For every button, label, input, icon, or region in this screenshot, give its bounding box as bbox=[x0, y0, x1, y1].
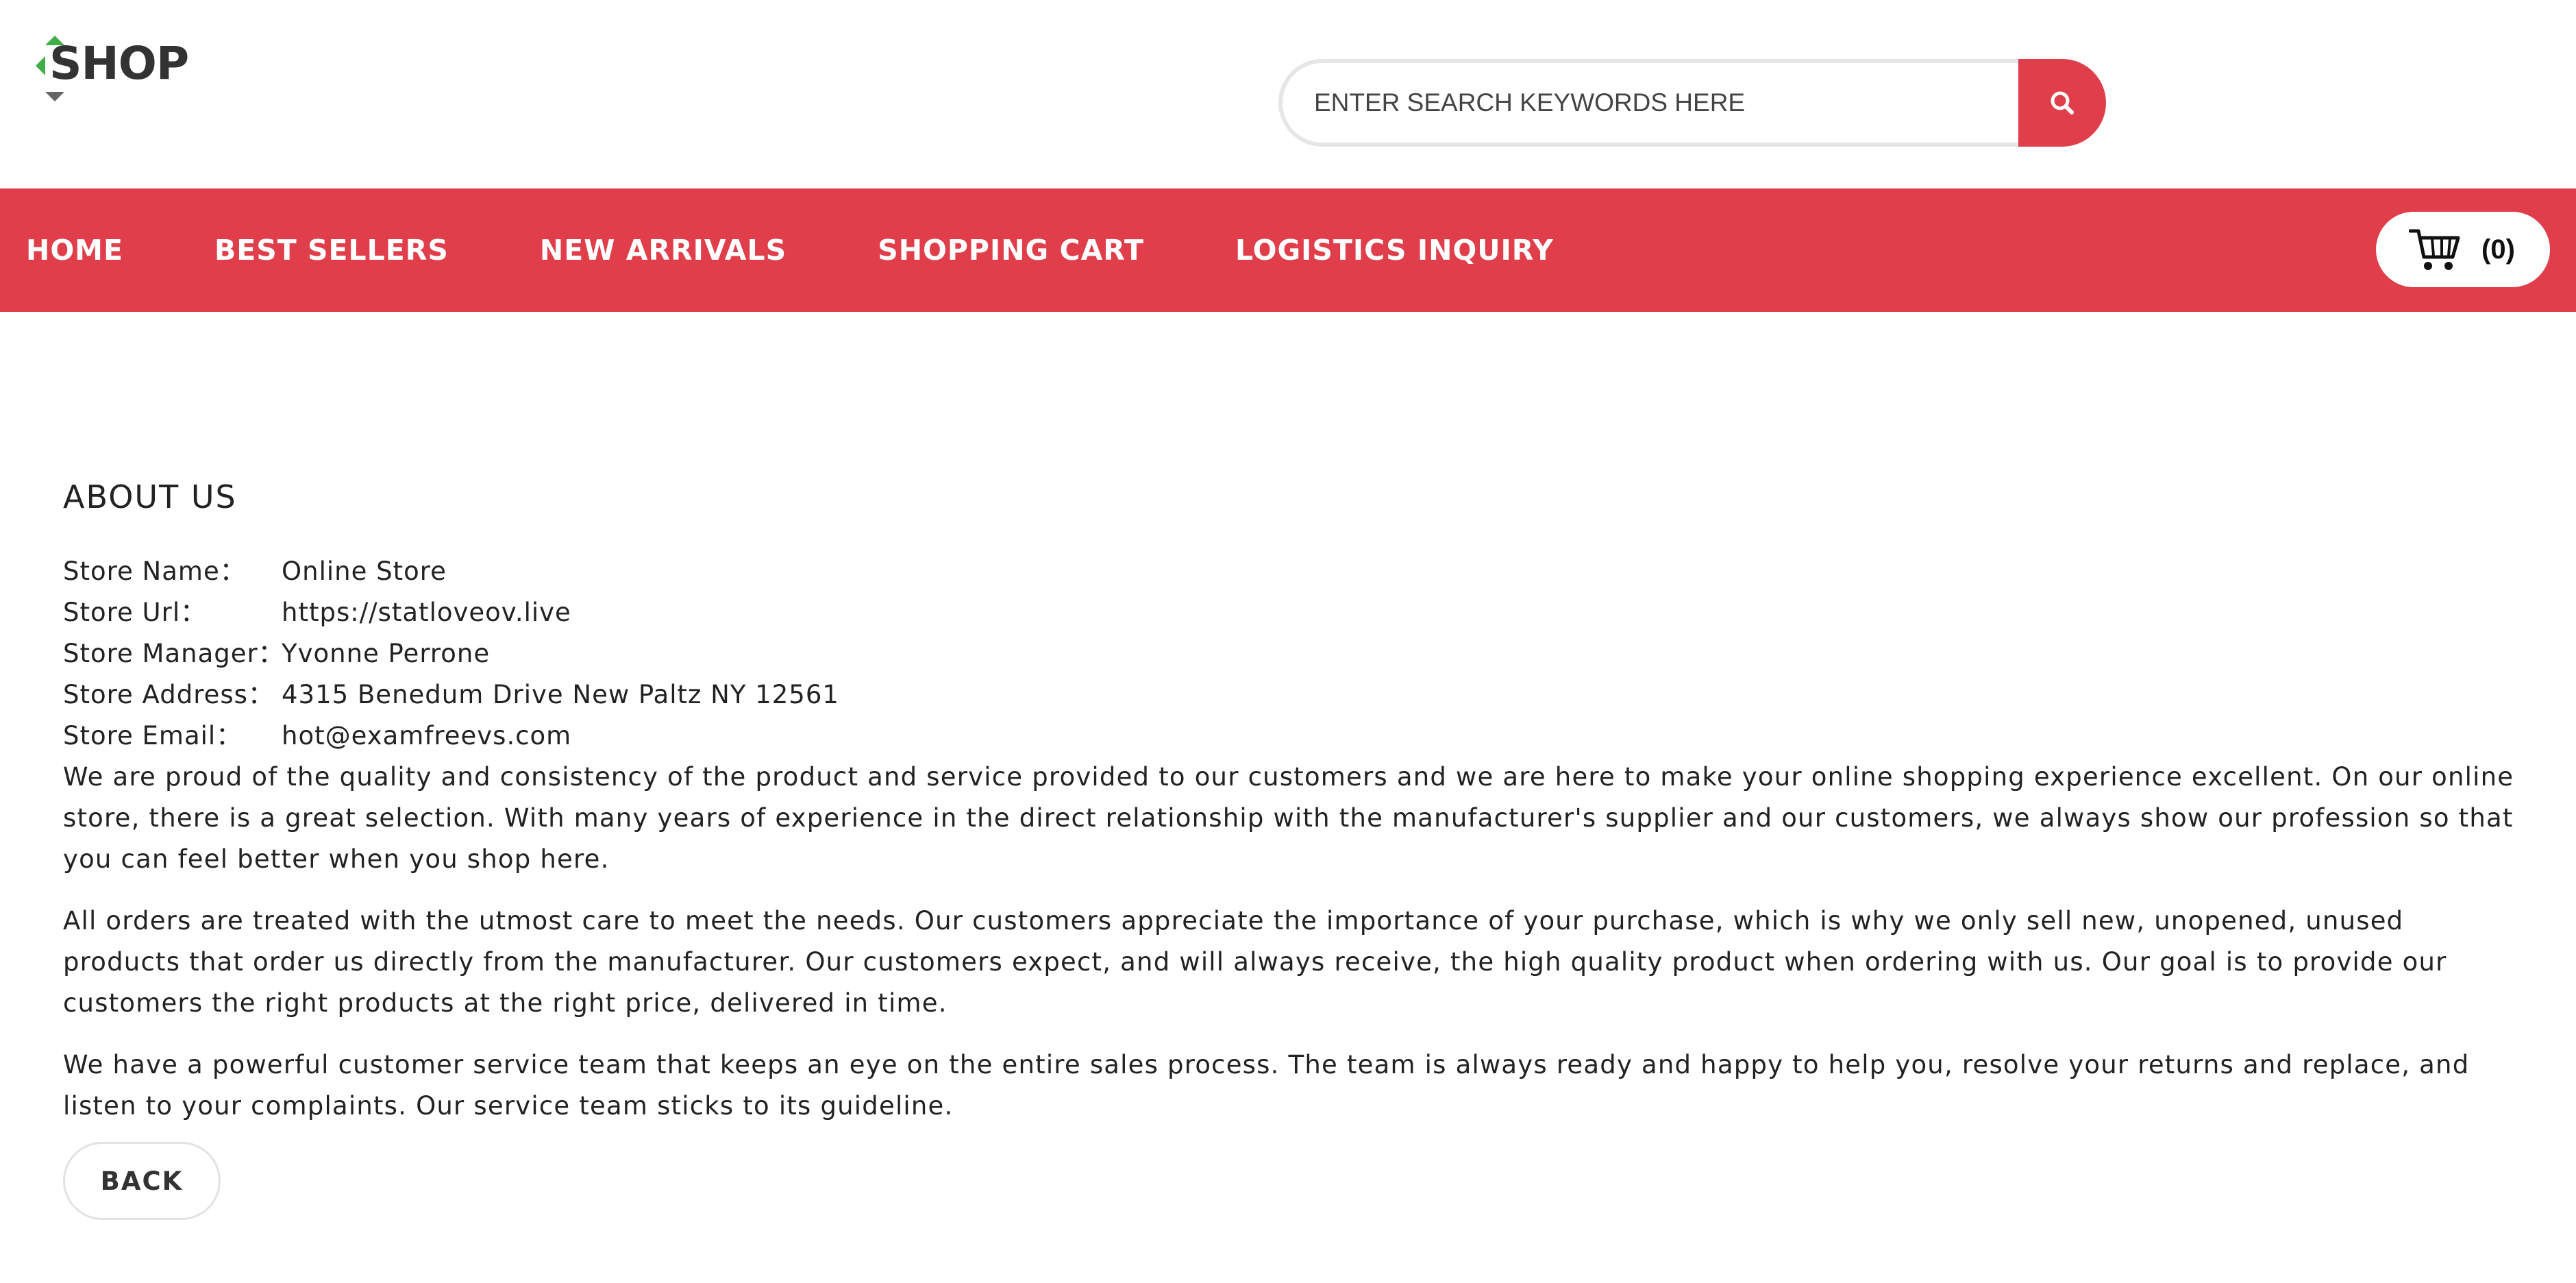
store-info-row: Store Manager： Yvonne Perrone bbox=[63, 633, 2529, 674]
main-nav: HOME BEST SELLERS NEW ARRIVALS SHOPPING … bbox=[0, 188, 2576, 312]
about-paragraph-orders: All orders are treated with the utmost c… bbox=[63, 906, 2447, 1018]
store-name-value: Online Store bbox=[282, 557, 447, 586]
cart-icon bbox=[2409, 229, 2460, 270]
about-paragraph-service: We have a powerful customer service team… bbox=[63, 1050, 2470, 1121]
site-header: SHOP bbox=[0, 0, 2576, 188]
store-info-row: Store Url： https://statloveov.live bbox=[63, 592, 2529, 633]
store-email-value: hot@examfreevs.com bbox=[282, 721, 572, 750]
search-icon bbox=[2051, 91, 2074, 114]
store-name-label: Store Name： bbox=[63, 557, 246, 586]
nav-item-home[interactable]: HOME bbox=[26, 234, 123, 267]
mini-cart-button[interactable]: (0) bbox=[2376, 212, 2550, 287]
nav-item-new-arrivals[interactable]: NEW ARRIVALS bbox=[540, 234, 787, 267]
nav-list: HOME BEST SELLERS NEW ARRIVALS SHOPPING … bbox=[0, 188, 1645, 312]
store-info-row: Store Name： Online Store bbox=[63, 551, 2529, 592]
about-section: ABOUT US Store Name： Online Store Store … bbox=[63, 473, 2529, 1220]
logo-text: SHOP bbox=[49, 37, 189, 90]
search-button[interactable] bbox=[2018, 59, 2106, 147]
nav-item-logistics-inquiry[interactable]: LOGISTICS INQUIRY bbox=[1235, 234, 1554, 267]
page-title: ABOUT US bbox=[63, 478, 237, 515]
nav-item-best-sellers[interactable]: BEST SELLERS bbox=[214, 234, 449, 267]
store-info-row: Store Address： 4315 Benedum Drive New Pa… bbox=[63, 674, 2529, 716]
shop-logo[interactable]: SHOP bbox=[36, 36, 189, 101]
nav-item-shopping-cart[interactable]: SHOPPING CART bbox=[878, 234, 1144, 267]
store-info: Store Name： Online Store Store Url： http… bbox=[63, 551, 2529, 757]
cart-count: (0) bbox=[2481, 234, 2515, 265]
store-info-row: Store Email： hot@examfreevs.com bbox=[63, 716, 2529, 757]
store-manager-value: Yvonne Perrone bbox=[282, 639, 491, 668]
store-url-value: https://statloveov.live bbox=[282, 598, 571, 627]
store-url-label: Store Url： bbox=[63, 598, 207, 627]
search-bar bbox=[1278, 59, 2106, 147]
store-email-label: Store Email： bbox=[63, 721, 243, 750]
about-paragraph-quality: We are proud of the quality and consiste… bbox=[63, 762, 2514, 874]
store-address-label: Store Address： bbox=[63, 680, 274, 709]
search-input[interactable] bbox=[1278, 59, 2018, 147]
store-manager-label: Store Manager： bbox=[63, 639, 284, 668]
back-button[interactable]: BACK bbox=[63, 1142, 221, 1220]
store-address-value: 4315 Benedum Drive New Paltz NY 12561 bbox=[282, 680, 839, 709]
